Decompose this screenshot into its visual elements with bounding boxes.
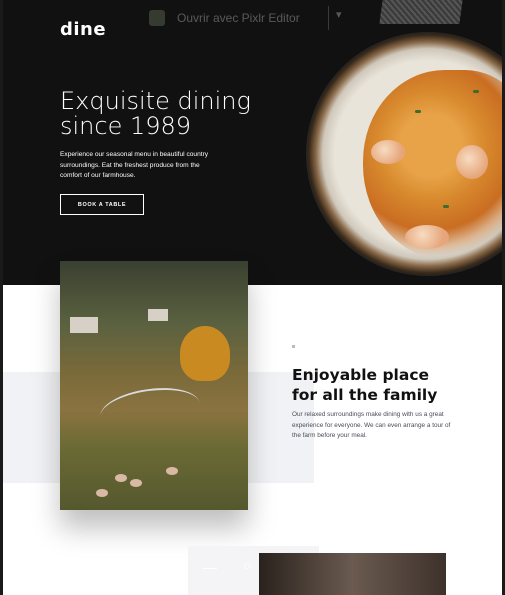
hero-description: Experience our seasonal menu in beautifu… [60, 151, 209, 179]
section-tag [292, 344, 297, 349]
family-section-description: Our relaxed surroundings make dining wit… [292, 411, 451, 439]
house [148, 309, 168, 321]
shrimp-decoration [371, 140, 405, 164]
minus-icon[interactable]: — [203, 559, 217, 575]
pixlr-editor-toolbar[interactable]: Ouvrir avec Pixlr Editor ▾ [143, 6, 354, 30]
autumn-tree [180, 326, 230, 381]
farm-landscape-image [60, 261, 248, 510]
sheep [96, 489, 108, 497]
pixlr-editor-label[interactable]: Ouvrir avec Pixlr Editor [177, 11, 300, 25]
decorative-pattern [379, 0, 463, 24]
herb-decoration [473, 90, 479, 93]
sheep [166, 467, 178, 475]
search-icon[interactable]: ○ [243, 557, 251, 573]
shrimp-decoration [405, 225, 449, 249]
shrimp-decoration [456, 145, 488, 179]
sheep [130, 479, 142, 487]
sheep [115, 474, 127, 482]
toolbar-separator [328, 6, 329, 30]
page: dine Ouvrir avec Pixlr Editor ▾ Exquisit… [3, 0, 502, 595]
book-table-button[interactable]: BOOK A TABLE [60, 194, 144, 215]
family-section-title: Enjoyable place for all the family [292, 366, 438, 404]
chevron-down-icon[interactable]: ▾ [336, 8, 342, 21]
hero-title: Exquisite dining since 1989 [60, 87, 251, 140]
tag-icon [292, 345, 295, 349]
logo[interactable]: dine [60, 19, 106, 40]
hero-section: dine Ouvrir avec Pixlr Editor ▾ Exquisit… [3, 0, 502, 285]
herb-decoration [443, 205, 449, 208]
house [70, 317, 98, 333]
stream [97, 382, 203, 438]
herb-decoration [415, 110, 421, 113]
pixlr-icon [149, 10, 165, 26]
food-preparation-image [259, 553, 446, 595]
